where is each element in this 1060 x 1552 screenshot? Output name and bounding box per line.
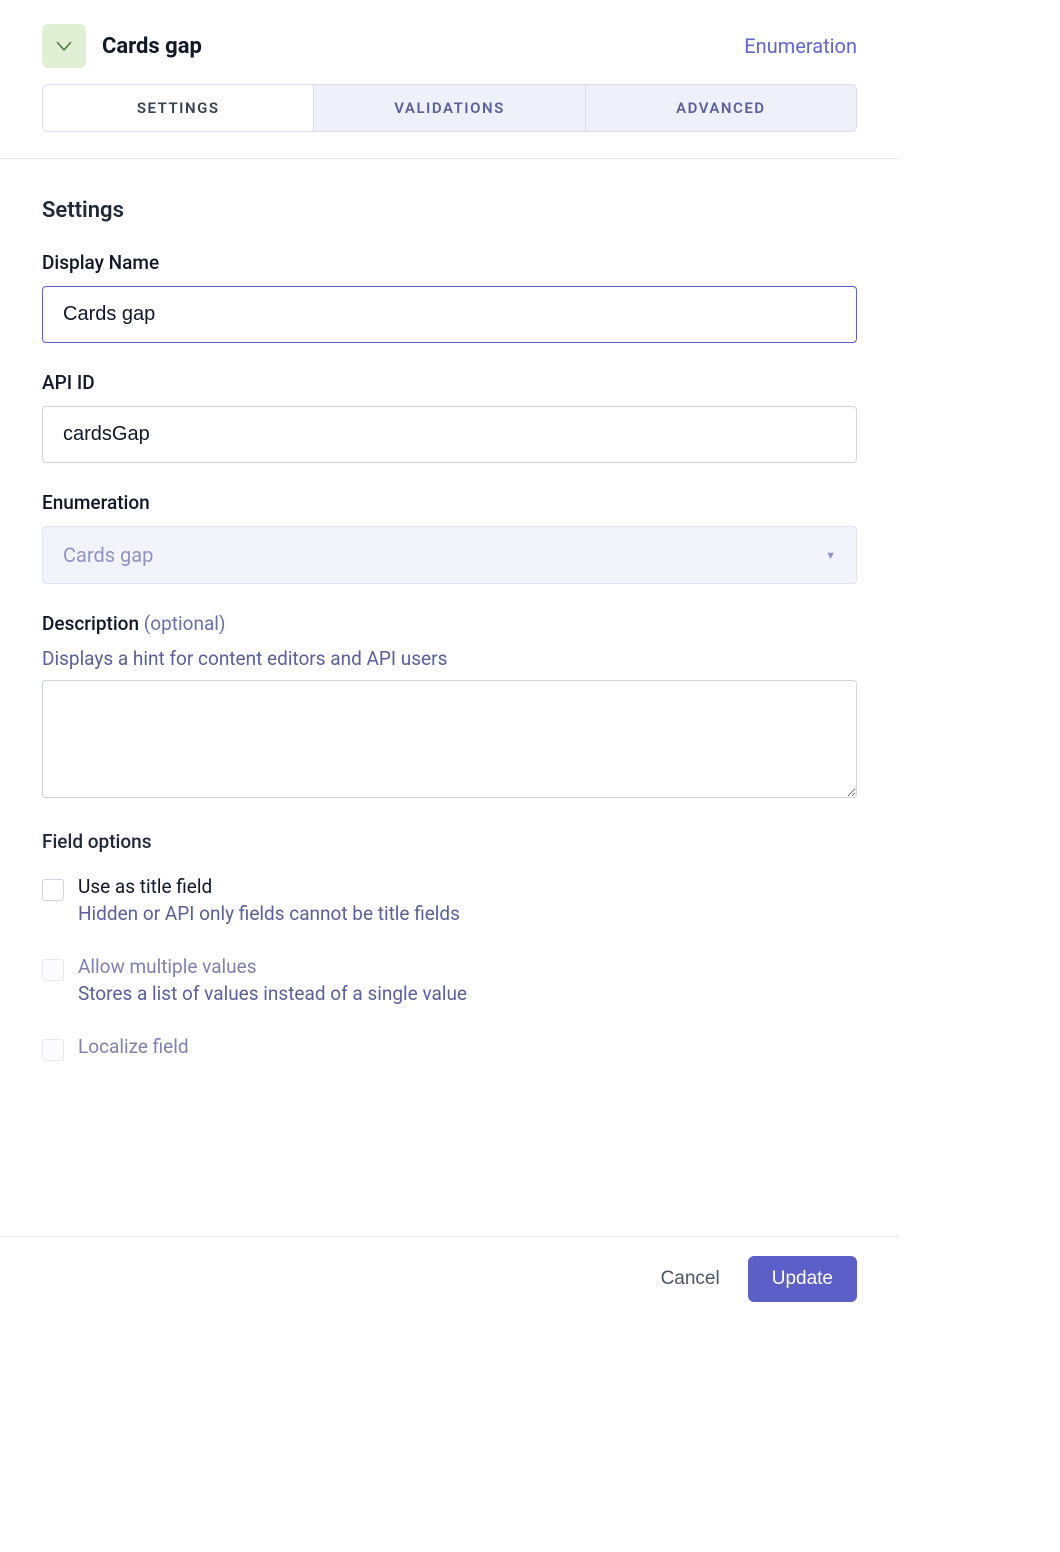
chevron-down-icon: ▼ bbox=[825, 549, 836, 562]
title-field-checkbox[interactable] bbox=[42, 879, 64, 901]
localize-field-checkbox bbox=[42, 1039, 64, 1061]
display-name-label: Display Name bbox=[42, 251, 857, 274]
page-title: Cards gap bbox=[102, 34, 202, 59]
settings-panel[interactable]: Settings Display Name API ID Enumeration… bbox=[0, 162, 899, 1236]
tabs: SETTINGS VALIDATIONS ADVANCED bbox=[42, 84, 857, 132]
enumeration-select[interactable]: Cards gap ▼ bbox=[42, 526, 857, 584]
enumeration-label: Enumeration bbox=[42, 491, 857, 514]
description-label: Description (optional) bbox=[42, 612, 857, 635]
cancel-button[interactable]: Cancel bbox=[661, 1268, 720, 1290]
title-field-desc: Hidden or API only fields cannot be titl… bbox=[78, 902, 460, 925]
divider bbox=[0, 158, 899, 159]
description-textarea[interactable] bbox=[42, 680, 857, 798]
tab-settings[interactable]: SETTINGS bbox=[43, 85, 314, 131]
multiple-values-label: Allow multiple values bbox=[78, 955, 467, 978]
tab-advanced[interactable]: ADVANCED bbox=[586, 85, 856, 131]
multiple-values-checkbox bbox=[42, 959, 64, 981]
update-button[interactable]: Update bbox=[748, 1256, 857, 1302]
tab-validations[interactable]: VALIDATIONS bbox=[314, 85, 585, 131]
title-field-label: Use as title field bbox=[78, 875, 460, 898]
multiple-values-desc: Stores a list of values instead of a sin… bbox=[78, 982, 467, 1005]
footer: Cancel Update bbox=[0, 1236, 899, 1320]
description-hint: Displays a hint for content editors and … bbox=[42, 647, 857, 670]
enumeration-icon bbox=[42, 24, 86, 68]
section-heading: Settings bbox=[42, 198, 857, 223]
display-name-input[interactable] bbox=[42, 286, 857, 343]
enumeration-select-value: Cards gap bbox=[63, 543, 153, 567]
field-type-label: Enumeration bbox=[744, 34, 857, 58]
api-id-label: API ID bbox=[42, 371, 857, 394]
localize-field-label: Localize field bbox=[78, 1035, 189, 1058]
field-options-heading: Field options bbox=[42, 830, 857, 853]
api-id-input[interactable] bbox=[42, 406, 857, 463]
